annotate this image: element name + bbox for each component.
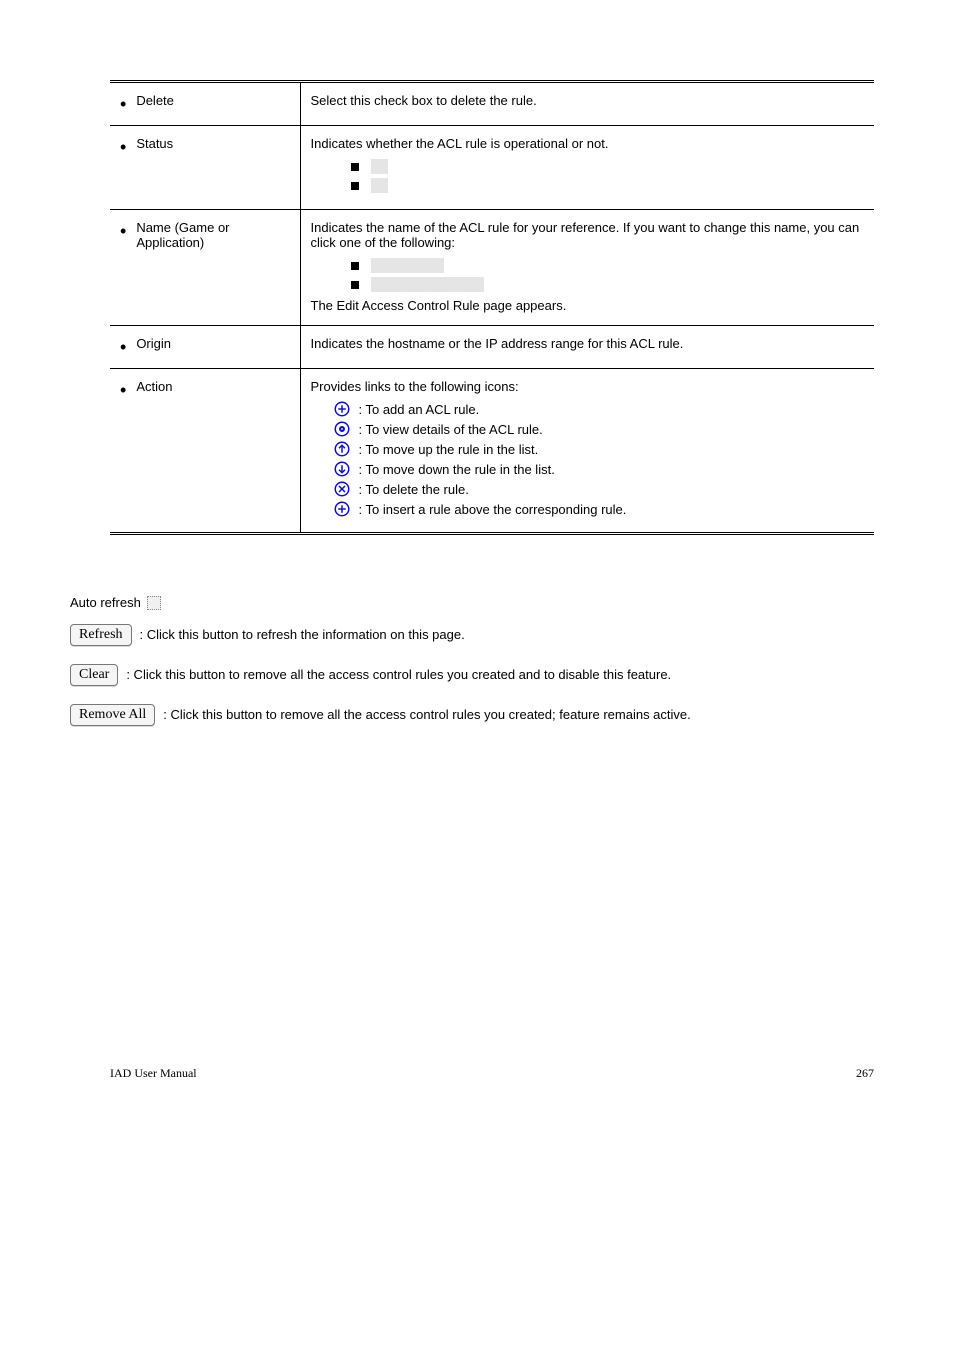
table-row: • Origin Indicates the hostname or the I… [110, 326, 874, 369]
property-desc: Provides links to the following icons: [311, 379, 865, 394]
action-desc: : To move down the rule in the list. [359, 462, 555, 477]
property-note: The Edit Access Control Rule page appear… [311, 298, 865, 313]
sub-option: On [371, 159, 388, 174]
property-desc: Indicates the name of the ACL rule for y… [311, 220, 865, 250]
bullet-icon: • [120, 379, 126, 399]
clear-desc: : Click this button to remove all the ac… [126, 666, 671, 684]
x-circle-icon [333, 480, 351, 498]
arrow-up-circle-icon [333, 440, 351, 458]
table-row: • Name (Game or Application) Indicates t… [110, 210, 874, 326]
action-desc: : To view details of the ACL rule. [359, 422, 543, 437]
footer-title: IAD User Manual [110, 1066, 197, 1081]
sub-option: <application name> [371, 277, 484, 292]
eye-circle-icon [333, 420, 351, 438]
properties-table: • Delete Select this check box to delete… [110, 80, 874, 535]
table-row: • Delete Select this check box to delete… [110, 82, 874, 126]
autorefresh-label: Auto refresh [70, 595, 141, 610]
footer-page: 267 [856, 1066, 874, 1081]
square-bullet-icon [351, 182, 359, 190]
square-bullet-icon [351, 262, 359, 270]
square-bullet-icon [351, 163, 359, 171]
bullet-icon: • [120, 136, 126, 156]
property-desc: Indicates the hostname or the IP address… [311, 336, 684, 351]
square-bullet-icon [351, 281, 359, 289]
clear-button[interactable]: Clear [70, 664, 118, 686]
property-name: Status [136, 136, 173, 151]
sub-option: <rule name> [371, 258, 444, 273]
action-desc: : To insert a rule above the correspondi… [359, 502, 627, 517]
property-name: Delete [136, 93, 174, 108]
table-row: • Status Indicates whether the ACL rule … [110, 126, 874, 210]
refresh-button[interactable]: Refresh [70, 624, 132, 646]
remove-all-button[interactable]: Remove All [70, 704, 155, 726]
refresh-desc: : Click this button to refresh the infor… [140, 626, 465, 644]
action-desc: : To add an ACL rule. [359, 402, 480, 417]
property-desc: Indicates whether the ACL rule is operat… [311, 136, 865, 151]
bullet-icon: • [120, 93, 126, 113]
property-name: Name (Game or Application) [136, 220, 289, 250]
bullet-icon: • [120, 336, 126, 356]
plus-circle-icon [333, 400, 351, 418]
autorefresh-checkbox[interactable] [147, 596, 161, 610]
arrow-down-circle-icon [333, 460, 351, 478]
plus-circle-icon [333, 500, 351, 518]
property-desc: Select this check box to delete the rule… [311, 93, 537, 108]
property-name: Origin [136, 336, 171, 351]
bullet-icon: • [120, 220, 126, 240]
property-name: Action [136, 379, 172, 394]
sub-option: Off [371, 178, 388, 193]
remove-all-desc: : Click this button to remove all the ac… [163, 706, 690, 724]
action-desc: : To move up the rule in the list. [359, 442, 539, 457]
table-row: • Action Provides links to the following… [110, 369, 874, 534]
action-desc: : To delete the rule. [359, 482, 469, 497]
